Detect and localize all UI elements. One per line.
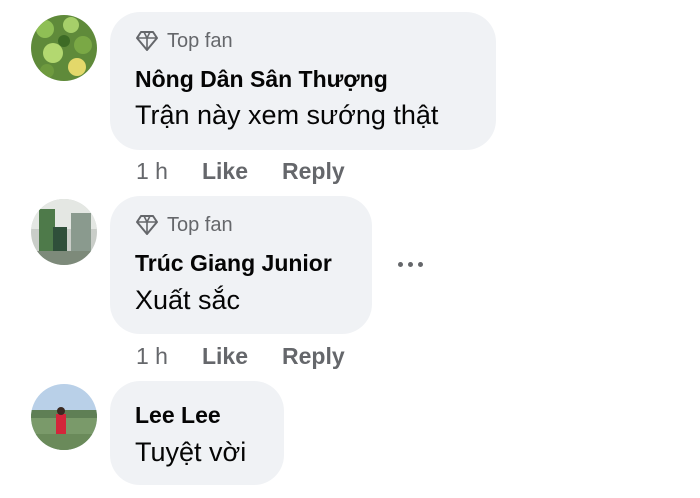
top-fan-badge: Top fan xyxy=(135,29,233,53)
comment-text: Tuyệt vời xyxy=(135,437,247,467)
comment-text: Trận này xem sướng thật xyxy=(135,100,439,130)
author-name[interactable]: Nông Dân Sân Thượng xyxy=(135,66,388,93)
like-button[interactable]: Like xyxy=(202,158,248,185)
reply-button[interactable]: Reply xyxy=(282,158,345,185)
diamond-icon xyxy=(136,31,158,51)
diamond-icon xyxy=(136,215,158,235)
avatar[interactable] xyxy=(31,199,97,265)
author-name[interactable]: Trúc Giang Junior xyxy=(135,250,332,277)
timestamp[interactable]: 1 h xyxy=(136,343,168,370)
badge-label: Top fan xyxy=(167,213,233,236)
avatar[interactable] xyxy=(31,384,97,450)
like-button[interactable]: Like xyxy=(202,343,248,370)
comment-bubble xyxy=(110,381,284,485)
more-dots-icon[interactable] xyxy=(398,262,423,267)
comment-actions: 1 h Like Reply xyxy=(136,158,345,185)
comment-actions: 1 h Like Reply xyxy=(136,343,345,370)
avatar[interactable] xyxy=(31,15,97,81)
top-fan-badge: Top fan xyxy=(135,213,233,237)
reply-button[interactable]: Reply xyxy=(282,343,345,370)
comment-text: Xuất sắc xyxy=(135,285,241,315)
timestamp[interactable]: 1 h xyxy=(136,158,168,185)
badge-label: Top fan xyxy=(167,29,233,52)
author-name[interactable]: Lee Lee xyxy=(135,402,221,429)
